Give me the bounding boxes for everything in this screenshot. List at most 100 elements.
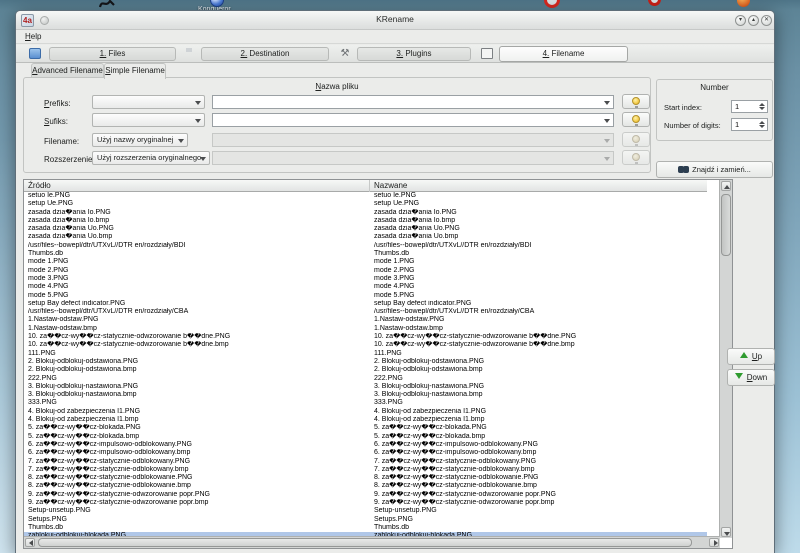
arrow-up-icon [724,185,730,189]
suffix-insert-button[interactable] [622,112,650,127]
table-row[interactable]: mode 3.PNGmode 3.PNG [24,275,707,283]
start-index-spinner[interactable]: 1 [731,100,768,113]
horizontal-scrollbar[interactable] [24,536,720,548]
table-row[interactable]: Setups.PNGSetups.PNG [24,516,707,524]
arrow-left-icon [29,540,33,546]
table-row[interactable]: mode 5.PNGmode 5.PNG [24,292,707,300]
table-row[interactable]: 10. za��cz-wy��cz-statycznie-odwzorowani… [24,341,707,349]
table-row[interactable]: 5. za��cz-wy��cz-blokada.bmp5. za��cz-wy… [24,433,707,441]
move-up-button[interactable]: Up [727,348,775,365]
scroll-right-button[interactable] [709,538,719,547]
maximize-button[interactable]: ▴ [748,15,759,26]
table-row[interactable]: Thumbs.dbThumbs.db [24,524,707,532]
chevron-down-icon [604,101,610,105]
step-destination-button[interactable]: 2. Destination [201,47,329,61]
chevron-down-icon [178,139,184,143]
spin-down-icon[interactable] [759,107,765,110]
vertical-scroll-thumb[interactable] [721,194,731,256]
table-row[interactable]: zasada dzia�ania Io.bmpzasada dzia�ania … [24,217,707,225]
digits-spinner[interactable]: 1 [731,118,768,131]
table-row[interactable]: Setup-unsetup.PNGSetup-unsetup.PNG [24,507,707,515]
table-row[interactable]: /usr/files--bowepl/dtr/UTXvL//DTR en/roz… [24,308,707,316]
table-row[interactable]: mode 1.PNGmode 1.PNG [24,258,707,266]
arrow-down-icon [724,532,730,536]
table-row[interactable]: setup Bay defect indicator.PNGsetup Bay … [24,300,707,308]
opera-icon[interactable] [544,0,560,8]
table-row[interactable]: setup Ue.PNGsetup Ue.PNG [24,200,707,208]
chevron-down-icon [604,139,610,143]
spin-up-icon[interactable] [759,103,765,106]
extension-combo[interactable]: Użyj rozszerzenia oryginalnego [92,151,210,165]
table-row[interactable]: 4. Blokuj-od zabezpieczenia I1.bmp4. Blo… [24,416,707,424]
scroll-left-button[interactable] [25,538,35,547]
move-down-button[interactable]: Down [727,369,775,386]
bulb-icon [632,135,640,143]
filename-combo[interactable]: Użyj nazwy oryginalnej [92,133,188,147]
tab-simple-filename[interactable]: Simple Filename [104,63,166,79]
table-row[interactable]: 4. Blokuj-od zabezpieczenia I1.PNG4. Blo… [24,408,707,416]
table-row[interactable]: 6. za��cz-wy��cz-impulsowo-odblokowany.b… [24,449,707,457]
arrow-right-icon [714,540,718,546]
column-header-source[interactable]: Źródło [24,180,370,192]
close-button[interactable]: ✕ [761,15,772,26]
spin-down-icon[interactable] [759,125,765,128]
table-row[interactable]: 333.PNG333.PNG [24,399,707,407]
table-row[interactable]: 5. za��cz-wy��cz-blokada.PNG5. za��cz-wy… [24,424,707,432]
table-row[interactable]: 8. za��cz-wy��cz-statycznie-odblokowanie… [24,474,707,482]
column-header-renamed[interactable]: Nazwane [370,180,707,192]
table-row[interactable]: 1.Nastaw-odstaw.PNG1.Nastaw-odstaw.PNG [24,316,707,324]
table-row[interactable]: 7. za��cz-wy��cz-statycznie-odblokowany.… [24,458,707,466]
table-row[interactable]: 3. Blokuj-odblokuj-nastawiona.bmp3. Blok… [24,391,707,399]
titlebar[interactable]: 4a KRename ▾ ▴ ✕ [16,11,774,30]
table-row[interactable]: 222.PNG222.PNG [24,375,707,383]
step-filename-button[interactable]: 4. Filename [499,46,628,62]
chevron-down-icon [604,119,610,123]
table-row[interactable]: 10. za��cz-wy��cz-statycznie-odwzorowani… [24,333,707,341]
green-down-triangle-icon [735,373,743,379]
suffix-combo[interactable] [92,113,205,127]
table-row[interactable]: 6. za��cz-wy��cz-impulsowo-odblokowany.P… [24,441,707,449]
step-files-button[interactable]: 1. Files [49,47,176,61]
table-row[interactable]: 3. Blokuj-odblokuj-nastawiona.PNG3. Blok… [24,383,707,391]
table-row[interactable]: 2. Blokuj-odblokuj-odstawiona.PNG2. Blok… [24,358,707,366]
prefix-combo[interactable] [92,95,205,109]
table-row[interactable]: mode 4.PNGmode 4.PNG [24,283,707,291]
table-row[interactable]: 1.Nastaw-odstaw.bmp1.Nastaw-odstaw.bmp [24,325,707,333]
menu-help[interactable]: Help [21,31,45,42]
horizontal-scroll-thumb[interactable] [38,538,692,547]
start-index-label: Start index: [664,103,702,112]
suffix-value-combo[interactable] [212,113,614,127]
table-row[interactable]: zasada dzia�ania Uo.PNGzasada dzia�ania … [24,225,707,233]
desktop-background: Konqueror 4a KRename ▾ ▴ ✕ Help 1. Files… [0,0,800,553]
table-row[interactable]: 9. za��cz-wy��cz-statycznie-odwzorowanie… [24,499,707,507]
table-row[interactable]: 9. za��cz-wy��cz-statycznie-odwzorowanie… [24,491,707,499]
table-row[interactable]: /usr/files--bowepl/dtr/UTXvL//DTR en/roz… [24,242,707,250]
table-row[interactable]: 7. za��cz-wy��cz-statycznie-odblokowany.… [24,466,707,474]
scroll-up-button[interactable] [721,181,731,191]
scribble-icon[interactable] [98,0,116,8]
green-up-triangle-icon [740,352,748,358]
table-row[interactable]: 2. Blokuj-odblokuj-odstawiona.bmp2. Blok… [24,366,707,374]
table-row[interactable]: 8. za��cz-wy��cz-statycznie-odblokowanie… [24,482,707,490]
chevron-down-icon [200,157,206,161]
table-row[interactable]: zasada dzia�ania Io.PNGzasada dzia�ania … [24,209,707,217]
scroll-down-button[interactable] [721,527,731,537]
table-row[interactable]: Thumbs.dbThumbs.db [24,250,707,258]
prefix-value-combo[interactable] [212,95,614,109]
spin-up-icon[interactable] [759,121,765,124]
minimize-button[interactable]: ▾ [735,15,746,26]
table-row[interactable]: zasada dzia�ania Uo.bmpzasada dzia�ania … [24,233,707,241]
tab-advanced-filename[interactable]: Advanced Filename [31,63,104,78]
table-row[interactable]: 111.PNG111.PNG [24,350,707,358]
step-plugins-button[interactable]: 3. Plugins [357,47,471,61]
table-row[interactable]: mode 2.PNGmode 2.PNG [24,267,707,275]
find-replace-button[interactable]: Znajdź i zamień... [656,161,773,178]
opera2-icon[interactable] [648,0,661,6]
table-row[interactable]: setuo Ie.PNGsetuo Ie.PNG [24,192,707,200]
extension-insert-button [622,150,650,165]
filename-group-title: Nazwa pliku [24,82,650,91]
filename-insert-button [622,132,650,147]
mozilla-icon[interactable] [737,0,750,7]
prefix-insert-button[interactable] [622,94,650,109]
step-toolbar: 1. Files 2. Destination 3. Plugins 4. Fi… [16,45,774,63]
